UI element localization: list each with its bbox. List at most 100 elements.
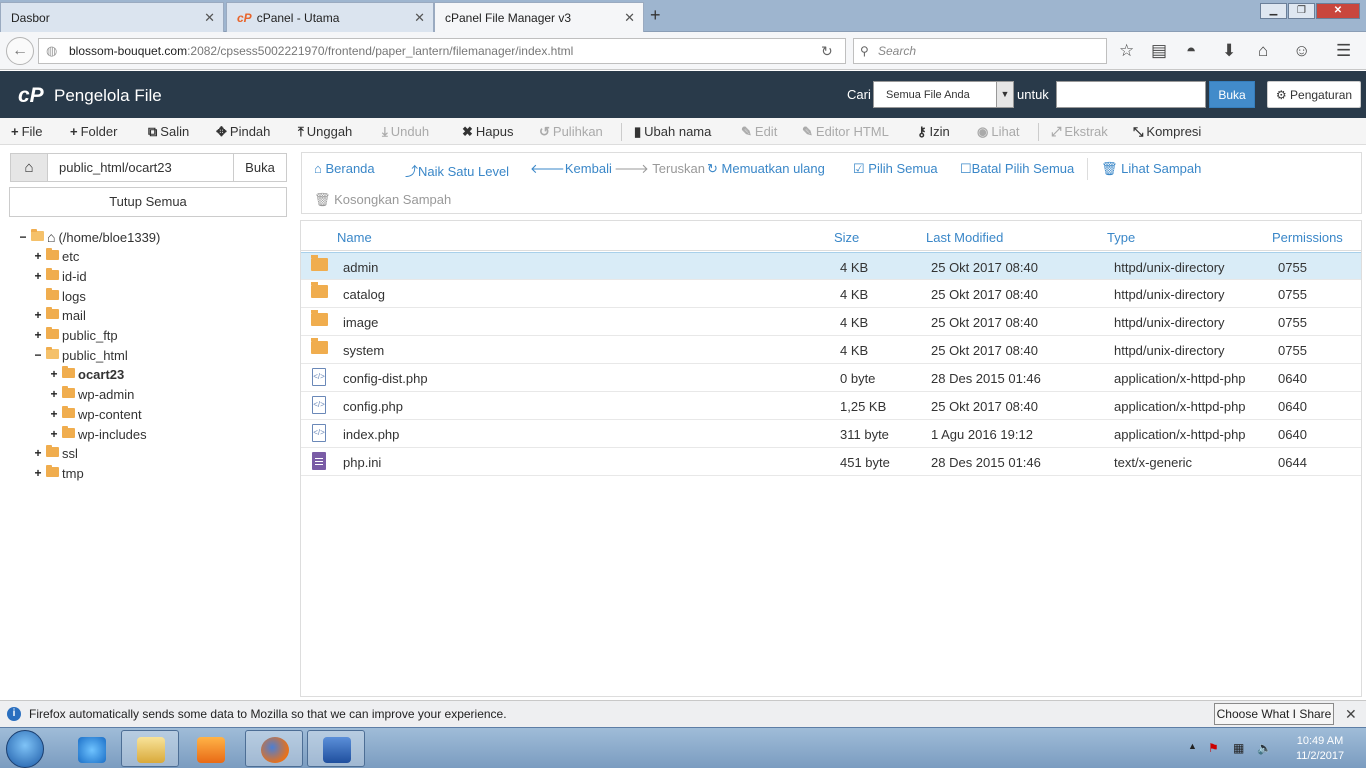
- table-row[interactable]: </> config-dist.php 0 byte 28 Des 2015 0…: [301, 364, 1361, 392]
- empty-trash-link[interactable]: 🗑 Kosongkan Sampah: [314, 192, 451, 208]
- compress-button[interactable]: ⤡ Kompresi: [1133, 124, 1201, 140]
- taskbar-file-explorer[interactable]: [121, 730, 179, 767]
- close-icon[interactable]: ✕: [1345, 706, 1357, 723]
- pocket-icon[interactable]: ◓: [1186, 41, 1196, 61]
- search-go-button[interactable]: Buka: [1209, 81, 1255, 108]
- download-button[interactable]: ⤓ Unduh: [382, 124, 429, 140]
- settings-button[interactable]: ⚙ Pengaturan: [1267, 81, 1361, 108]
- tree-item-ssl[interactable]: + ssl: [33, 444, 78, 462]
- table-row[interactable]: </> index.php 311 byte 1 Agu 2016 19:12 …: [301, 420, 1361, 448]
- expand-icon[interactable]: +: [33, 249, 43, 263]
- column-name[interactable]: Name: [337, 230, 372, 245]
- tree-item-wp-content[interactable]: + wp-content: [49, 405, 142, 423]
- search-scope-select[interactable]: Semua File Anda ▼: [873, 81, 1014, 108]
- expand-icon[interactable]: +: [33, 328, 43, 342]
- reload-link[interactable]: ↻ Memuatkan ulang: [707, 161, 825, 177]
- table-row[interactable]: catalog 4 KB 25 Okt 2017 08:40 httpd/uni…: [301, 280, 1361, 308]
- collapse-icon[interactable]: −: [33, 348, 43, 362]
- choose-what-i-share-button[interactable]: Choose What I Share: [1214, 703, 1334, 725]
- close-tab-icon[interactable]: ✕: [624, 10, 635, 26]
- table-row[interactable]: admin 4 KB 25 Okt 2017 08:40 httpd/unix-…: [301, 252, 1361, 280]
- tab-file-manager[interactable]: cPanel File Manager v3 ✕: [434, 2, 644, 33]
- tree-item-id-id[interactable]: + id-id: [33, 267, 87, 285]
- show-hidden-icons-icon[interactable]: ▲: [1188, 741, 1197, 751]
- unselect-all-link[interactable]: ☐Batal Pilih Semua: [960, 161, 1074, 177]
- copy-button[interactable]: ⧉ Salin: [148, 124, 189, 140]
- up-one-level-link[interactable]: ⤴Naik Satu Level: [405, 161, 509, 180]
- tree-item-root[interactable]: − ⌂ (/home/bloe1339): [18, 228, 160, 246]
- expand-icon[interactable]: +: [33, 466, 43, 480]
- column-type[interactable]: Type: [1107, 230, 1135, 245]
- table-row[interactable]: system 4 KB 25 Okt 2017 08:40 httpd/unix…: [301, 336, 1361, 364]
- action-center-icon[interactable]: ⚑: [1208, 741, 1219, 755]
- move-button[interactable]: ✥ Pindah: [216, 124, 270, 140]
- tab-dasbor[interactable]: Dasbor ✕: [0, 2, 224, 32]
- tree-item-public-html[interactable]: − public_html: [33, 346, 128, 364]
- permissions-button[interactable]: ⚷ Izin: [917, 124, 950, 140]
- taskbar-media-player[interactable]: [181, 730, 239, 767]
- close-tab-icon[interactable]: ✕: [414, 10, 425, 26]
- taskbar-clock[interactable]: 10:49 AM 11/2/2017: [1282, 734, 1358, 764]
- upload-button[interactable]: ⤒ Unggah: [298, 124, 352, 140]
- view-button[interactable]: ◉ Lihat: [977, 124, 1020, 140]
- tab-cpanel-utama[interactable]: cP cPanel - Utama ✕: [226, 2, 434, 32]
- path-go-button[interactable]: Buka: [233, 153, 287, 182]
- file-search-input[interactable]: [1056, 81, 1206, 108]
- network-icon[interactable]: ▦: [1233, 741, 1244, 755]
- expand-icon[interactable]: +: [49, 367, 59, 381]
- tree-item-ocart23[interactable]: + ocart23: [49, 365, 124, 383]
- tree-item-mail[interactable]: + mail: [33, 306, 86, 324]
- restore-icon[interactable]: ❐: [1288, 3, 1315, 19]
- forward-link[interactable]: 🡒 Teruskan: [614, 161, 705, 177]
- bookmark-star-icon[interactable]: ☆: [1119, 41, 1134, 61]
- tree-item-public-ftp[interactable]: + public_ftp: [33, 326, 118, 344]
- new-folder-button[interactable]: + Folder: [70, 124, 117, 139]
- expand-icon[interactable]: +: [49, 427, 59, 441]
- collapse-all-button[interactable]: Tutup Semua: [9, 187, 287, 217]
- reload-icon[interactable]: ↻: [821, 39, 833, 63]
- expand-icon[interactable]: +: [49, 407, 59, 421]
- taskbar-word[interactable]: [307, 730, 365, 767]
- url-bar[interactable]: ◍ blossom-bouquet.com:2082/cpsess5002221…: [38, 38, 846, 64]
- window-close-icon[interactable]: ✕: [1316, 3, 1360, 19]
- tree-item-logs[interactable]: logs: [33, 287, 86, 305]
- expand-icon[interactable]: +: [33, 446, 43, 460]
- html-editor-button[interactable]: ✎ Editor HTML: [802, 124, 889, 140]
- browser-search-input[interactable]: ⚲ Search: [853, 38, 1107, 64]
- cpanel-logo[interactable]: cP: [18, 84, 44, 108]
- new-tab-icon[interactable]: +: [650, 5, 661, 26]
- minimize-icon[interactable]: ▁: [1260, 3, 1287, 19]
- home-icon[interactable]: ⌂: [1258, 41, 1268, 61]
- edit-button[interactable]: ✎ Edit: [741, 124, 777, 140]
- reading-list-icon[interactable]: ▤: [1151, 41, 1167, 61]
- download-icon[interactable]: ⬇: [1222, 41, 1236, 61]
- tree-item-wp-includes[interactable]: + wp-includes: [49, 425, 147, 443]
- new-file-button[interactable]: + File: [11, 124, 43, 139]
- restore-button[interactable]: ↺ Pulihkan: [539, 124, 603, 140]
- taskbar-internet-explorer[interactable]: [62, 730, 120, 767]
- expand-icon[interactable]: +: [33, 308, 43, 322]
- view-trash-link[interactable]: 🗑 Lihat Sampah: [1101, 161, 1201, 177]
- select-all-link[interactable]: ☑ Pilih Semua: [853, 161, 938, 177]
- taskbar-firefox[interactable]: [245, 730, 303, 767]
- column-permissions[interactable]: Permissions: [1272, 230, 1343, 245]
- tree-item-tmp[interactable]: + tmp: [33, 464, 84, 482]
- extract-button[interactable]: ⤢ Ekstrak: [1051, 124, 1108, 140]
- table-row[interactable]: </> config.php 1,25 KB 25 Okt 2017 08:40…: [301, 392, 1361, 420]
- column-last-modified[interactable]: Last Modified: [926, 230, 1003, 245]
- column-size[interactable]: Size: [834, 230, 859, 245]
- start-button[interactable]: [6, 730, 44, 768]
- expand-icon[interactable]: +: [33, 269, 43, 283]
- collapse-icon[interactable]: −: [18, 230, 28, 244]
- tree-item-etc[interactable]: + etc: [33, 247, 79, 265]
- smiley-icon[interactable]: ☺: [1293, 41, 1310, 61]
- table-row[interactable]: php.ini 451 byte 28 Des 2015 01:46 text/…: [301, 448, 1361, 476]
- delete-button[interactable]: ✖ Hapus: [462, 124, 513, 140]
- table-row[interactable]: image 4 KB 25 Okt 2017 08:40 httpd/unix-…: [301, 308, 1361, 336]
- tree-item-wp-admin[interactable]: + wp-admin: [49, 385, 134, 403]
- back-arrow-icon[interactable]: ←: [6, 37, 34, 65]
- rename-button[interactable]: ▮ Ubah nama: [634, 124, 711, 140]
- hamburger-menu-icon[interactable]: ☰: [1336, 41, 1351, 61]
- close-tab-icon[interactable]: ✕: [204, 10, 215, 26]
- volume-icon[interactable]: 🔈: [1257, 741, 1272, 755]
